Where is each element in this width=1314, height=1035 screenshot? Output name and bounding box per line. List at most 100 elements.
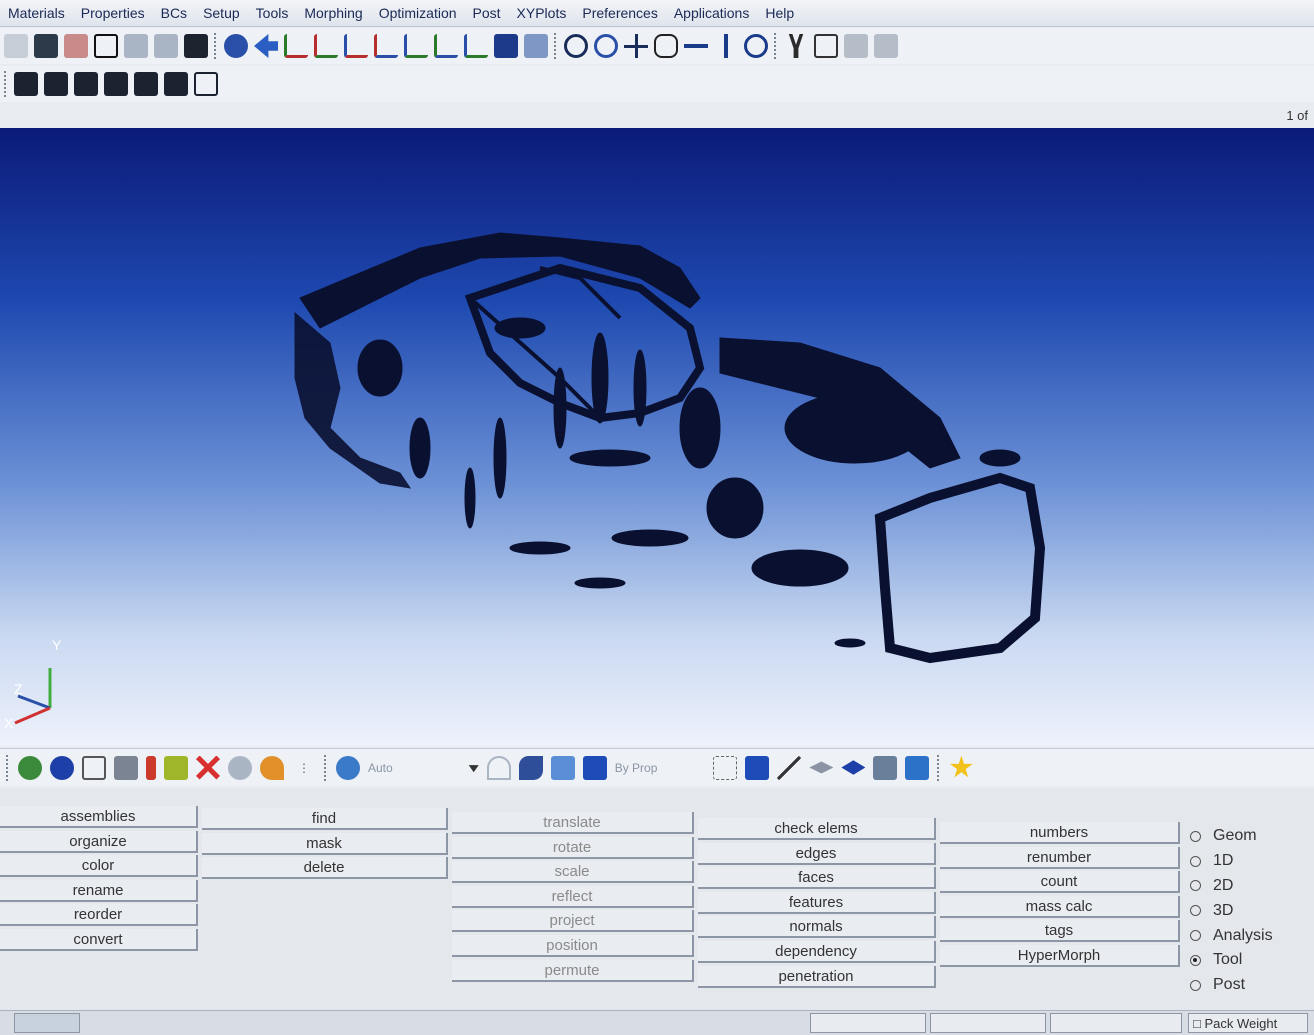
plane-solid-icon[interactable] <box>841 760 866 775</box>
menu-bcs[interactable]: BCs <box>153 5 195 21</box>
camera-2-icon[interactable] <box>44 72 68 96</box>
line-icon[interactable] <box>777 755 802 780</box>
window-icon[interactable] <box>154 34 178 58</box>
organize-button[interactable]: organize <box>0 830 198 853</box>
vertical-arrows-icon[interactable] <box>714 34 738 58</box>
menu-materials[interactable]: Materials <box>0 5 73 21</box>
edges-button[interactable]: edges <box>698 842 936 865</box>
convert-button[interactable]: convert <box>0 928 198 951</box>
camera-4-icon[interactable] <box>104 72 128 96</box>
view-xy-icon[interactable] <box>284 34 308 58</box>
normals-button[interactable]: normals <box>698 916 936 939</box>
mask-button[interactable]: mask <box>202 832 448 855</box>
camera-6-icon[interactable] <box>164 72 188 96</box>
hypermorph-button[interactable]: HyperMorph <box>940 944 1180 967</box>
penetration-button[interactable]: penetration <box>698 965 936 988</box>
project-button[interactable]: project <box>452 910 694 933</box>
position-button[interactable]: position <box>452 934 694 957</box>
load-icon[interactable] <box>146 755 156 780</box>
reorder-button[interactable]: reorder <box>0 904 198 927</box>
view-yx-icon[interactable] <box>314 34 338 58</box>
faces-button[interactable]: faces <box>698 867 936 890</box>
mass-calc-button[interactable]: mass calc <box>940 895 1180 918</box>
permute-button[interactable]: permute <box>452 959 694 982</box>
check-elems-button[interactable]: check elems <box>698 818 936 840</box>
radio-analysis[interactable]: Analysis <box>1190 923 1273 948</box>
menu-morphing[interactable]: Morphing <box>296 5 370 21</box>
open-model-icon[interactable] <box>64 34 88 58</box>
display-monitor-icon[interactable] <box>905 755 930 780</box>
camera-1-icon[interactable] <box>14 72 38 96</box>
layer-icon[interactable] <box>114 755 138 780</box>
print-icon[interactable] <box>184 34 208 58</box>
constraint-icon[interactable] <box>164 755 188 780</box>
menu-post[interactable]: Post <box>465 5 509 21</box>
cut-icon[interactable] <box>788 34 804 58</box>
new-model-icon[interactable] <box>34 34 58 58</box>
solid-icon[interactable] <box>50 755 74 780</box>
element-grid-icon[interactable] <box>873 755 898 780</box>
view-zy-icon[interactable] <box>404 34 428 58</box>
grid-icon[interactable] <box>124 34 148 58</box>
book-icon[interactable] <box>494 34 518 58</box>
auto-color-icon[interactable] <box>336 755 360 780</box>
menu-help[interactable]: Help <box>757 5 802 21</box>
cube-icon[interactable] <box>550 755 575 780</box>
find-button[interactable]: find <box>202 808 448 830</box>
left-arrow-icon[interactable] <box>254 34 278 58</box>
scale-button[interactable]: scale <box>452 861 694 884</box>
reflect-button[interactable]: reflect <box>452 885 694 908</box>
copy-icon[interactable] <box>814 34 838 58</box>
menu-tools[interactable]: Tools <box>248 5 297 21</box>
radio-geom[interactable]: Geom <box>1190 824 1273 849</box>
rename-button[interactable]: rename <box>0 879 198 902</box>
save-icon[interactable] <box>94 34 118 58</box>
numbering-icon[interactable]: ⋮ <box>292 756 316 780</box>
delete-button[interactable]: delete <box>202 857 448 880</box>
radio-post[interactable]: Post <box>1190 973 1273 998</box>
camera-5-icon[interactable] <box>134 72 158 96</box>
view-zx-icon[interactable] <box>344 34 368 58</box>
translate-button[interactable]: translate <box>452 812 694 834</box>
delete-x-icon[interactable] <box>196 755 220 780</box>
status-icon-box[interactable] <box>14 1013 80 1033</box>
count-button[interactable]: count <box>940 871 1180 894</box>
radio-3d[interactable]: 3D <box>1190 898 1273 923</box>
camera-7-icon[interactable] <box>194 72 218 96</box>
horizontal-arrows-icon[interactable] <box>684 34 708 58</box>
hide-icon[interactable] <box>228 755 252 780</box>
rotate-button[interactable]: rotate <box>452 836 694 859</box>
title-icon[interactable] <box>82 755 106 780</box>
zoom-in-icon[interactable] <box>594 34 618 58</box>
assemblies-button[interactable]: assemblies <box>0 806 198 828</box>
refresh-icon[interactable] <box>524 34 548 58</box>
pack-weight-checkbox[interactable]: □ Pack Weight <box>1188 1013 1308 1033</box>
camera-3-icon[interactable] <box>74 72 98 96</box>
shaded-cube-icon[interactable] <box>745 755 770 780</box>
numbers-button[interactable]: numbers <box>940 822 1180 844</box>
menu-preferences[interactable]: Preferences <box>574 5 665 21</box>
view-xz-icon[interactable] <box>374 34 398 58</box>
by-prop-icon[interactable] <box>582 755 607 780</box>
curve-icon[interactable] <box>486 755 511 780</box>
back-arrow-icon[interactable] <box>4 34 28 58</box>
zoom-icon[interactable] <box>224 34 248 58</box>
graphics-viewport[interactable]: Y Z X <box>0 128 1314 746</box>
menu-setup[interactable]: Setup <box>195 5 248 21</box>
radio-tool[interactable]: Tool <box>1190 948 1273 973</box>
pan-hand-icon[interactable] <box>654 34 678 58</box>
plane-icon[interactable] <box>809 761 834 774</box>
star-icon[interactable] <box>949 755 973 778</box>
wireframe-cube-icon[interactable] <box>713 755 738 780</box>
view-iso-icon[interactable] <box>464 34 488 58</box>
zoom-fit-icon[interactable] <box>564 34 588 58</box>
rotate-icon[interactable] <box>744 34 768 58</box>
menu-properties[interactable]: Properties <box>73 5 153 21</box>
features-button[interactable]: features <box>698 891 936 914</box>
radio-2d[interactable]: 2D <box>1190 874 1273 899</box>
move-icon[interactable] <box>624 34 648 58</box>
dependency-button[interactable]: dependency <box>698 940 936 963</box>
paste-icon[interactable] <box>844 34 868 58</box>
renumber-button[interactable]: renumber <box>940 846 1180 869</box>
menu-xyplots[interactable]: XYPlots <box>509 5 575 21</box>
